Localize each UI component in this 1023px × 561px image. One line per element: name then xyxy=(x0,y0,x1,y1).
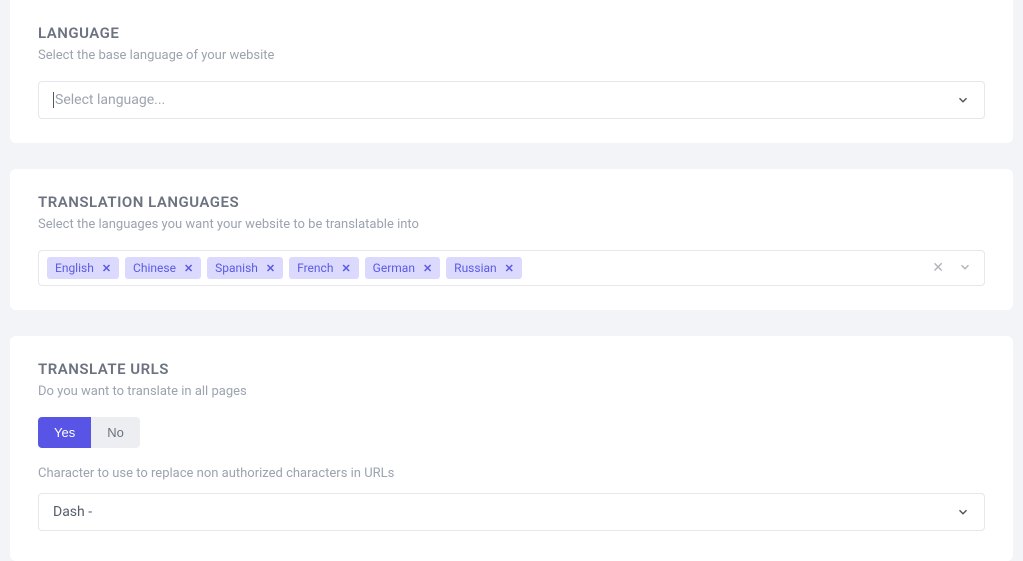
char-label: Character to use to replace non authoriz… xyxy=(38,466,985,481)
chevron-down-icon xyxy=(956,505,970,519)
multiselect-controls: ✕ xyxy=(932,259,976,278)
language-chip: Russian ✕ xyxy=(446,257,522,279)
chip-label: French xyxy=(297,261,333,275)
language-chip: German ✕ xyxy=(365,257,441,279)
chip-label: Chinese xyxy=(133,261,176,275)
urls-title: TRANSLATE URLS xyxy=(38,360,985,378)
chips-container: English✕Chinese✕Spanish✕French✕German✕Ru… xyxy=(47,257,522,279)
language-card: LANGUAGE Select the base language of you… xyxy=(10,0,1013,143)
translation-subtitle: Select the languages you want your websi… xyxy=(38,217,985,232)
no-button[interactable]: No xyxy=(91,417,140,448)
chip-remove-icon[interactable]: ✕ xyxy=(505,262,514,275)
language-chip: French ✕ xyxy=(289,257,359,279)
language-chip: Chinese ✕ xyxy=(125,257,201,279)
yes-button[interactable]: Yes xyxy=(38,417,91,448)
chip-remove-icon[interactable]: ✕ xyxy=(266,262,275,275)
chevron-down-icon xyxy=(956,93,970,107)
char-select-value: Dash - xyxy=(53,504,92,520)
chip-remove-icon[interactable]: ✕ xyxy=(341,262,350,275)
translate-toggle: Yes No xyxy=(38,417,140,448)
char-select[interactable]: Dash - xyxy=(38,493,985,531)
chip-remove-icon[interactable]: ✕ xyxy=(423,262,432,275)
clear-all-icon[interactable]: ✕ xyxy=(932,260,944,276)
chip-label: English xyxy=(55,261,94,275)
language-select-placeholder: Select language... xyxy=(53,92,165,108)
chip-remove-icon[interactable]: ✕ xyxy=(102,262,111,275)
chip-remove-icon[interactable]: ✕ xyxy=(184,262,193,275)
language-chip: Spanish ✕ xyxy=(207,257,283,279)
translation-multiselect[interactable]: English✕Chinese✕Spanish✕French✕German✕Ru… xyxy=(38,250,985,286)
chip-label: German xyxy=(373,261,415,275)
chip-label: Spanish xyxy=(215,261,258,275)
translation-title: TRANSLATION LANGUAGES xyxy=(38,193,985,211)
urls-subtitle: Do you want to translate in all pages xyxy=(38,384,985,399)
language-select[interactable]: Select language... xyxy=(38,81,985,119)
urls-card: TRANSLATE URLS Do you want to translate … xyxy=(10,336,1013,561)
chevron-down-icon[interactable] xyxy=(958,259,972,278)
language-chip: English ✕ xyxy=(47,257,119,279)
language-title: LANGUAGE xyxy=(38,24,985,42)
language-subtitle: Select the base language of your website xyxy=(38,48,985,63)
translation-card: TRANSLATION LANGUAGES Select the languag… xyxy=(10,169,1013,310)
chip-label: Russian xyxy=(454,261,496,275)
